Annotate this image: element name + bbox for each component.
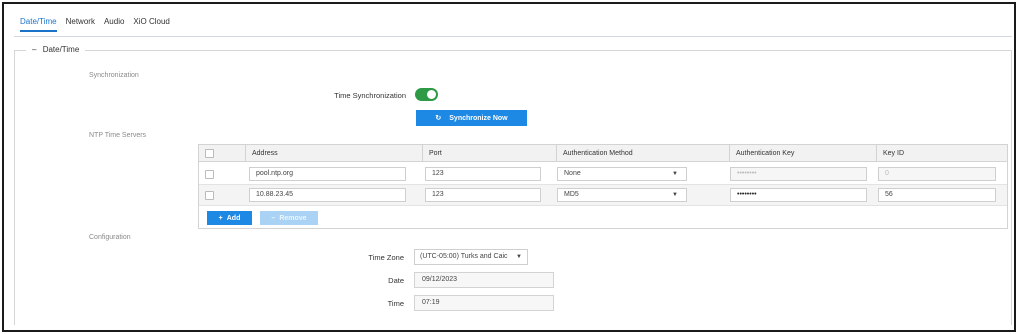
caret-down-icon: ▼ <box>672 171 678 177</box>
tab-network[interactable]: Network <box>66 17 95 32</box>
add-label: Add <box>226 214 241 222</box>
tab-xio-cloud[interactable]: XiO Cloud <box>133 17 169 32</box>
port-input[interactable]: 123 <box>425 167 541 181</box>
configuration-section-label: Configuration <box>89 234 131 241</box>
tab-date-time[interactable]: Date/Time <box>20 17 57 32</box>
tab-audio[interactable]: Audio <box>104 17 124 32</box>
timezone-select[interactable]: (UTC-05:00) Turks and Caic ▼ <box>414 249 528 265</box>
time-sync-label: Time Synchronization <box>334 91 406 100</box>
ntp-servers-table: Address Port Authentication Method Authe… <box>198 144 1008 229</box>
date-label: Date <box>388 276 404 285</box>
caret-down-icon: ▼ <box>516 254 522 260</box>
collapse-icon[interactable]: – <box>32 45 36 54</box>
panel-legend[interactable]: – Date/Time <box>26 45 86 54</box>
table-header: Address Port Authentication Method Authe… <box>199 145 1007 162</box>
key-id-input[interactable]: 56 <box>878 188 996 202</box>
auth-key-input[interactable]: •••••••• <box>730 188 867 202</box>
timezone-value: (UTC-05:00) Turks and Caic <box>420 253 508 260</box>
table-row: pool.ntp.org 123 None ▼ •••••••• 0 <box>199 164 1007 185</box>
auth-method-value: None <box>564 170 581 177</box>
synchronize-now-label: Synchronize Now <box>449 114 508 122</box>
toggle-knob <box>427 90 436 99</box>
row-checkbox[interactable] <box>205 170 214 179</box>
column-header-auth-method: Authentication Method <box>556 145 729 162</box>
select-all-checkbox[interactable] <box>205 149 214 158</box>
date-field[interactable]: 09/12/2023 <box>414 272 554 288</box>
auth-method-select[interactable]: None ▼ <box>557 167 687 181</box>
tab-divider <box>14 36 1012 37</box>
minus-icon: – <box>271 214 276 222</box>
synchronization-section-label: Synchronization <box>89 72 139 79</box>
auth-method-select[interactable]: MD5 ▼ <box>557 188 687 202</box>
address-input[interactable]: pool.ntp.org <box>249 167 406 181</box>
column-header-address: Address <box>245 145 422 162</box>
address-input[interactable]: 10.88.23.45 <box>249 188 406 202</box>
row-checkbox[interactable] <box>205 191 214 200</box>
plus-icon: + <box>218 214 223 222</box>
time-label: Time <box>387 299 404 308</box>
timezone-label: Time Zone <box>368 253 404 262</box>
auth-key-input[interactable]: •••••••• <box>730 167 867 181</box>
port-input[interactable]: 123 <box>425 188 541 202</box>
tab-bar: Date/Time Network Audio XiO Cloud <box>20 17 170 32</box>
caret-down-icon: ▼ <box>672 192 678 198</box>
key-id-input[interactable]: 0 <box>878 167 996 181</box>
time-field[interactable]: 07:19 <box>414 295 554 311</box>
remove-label: Remove <box>279 214 307 222</box>
ntp-section-label: NTP Time Servers <box>89 132 147 139</box>
auth-method-value: MD5 <box>564 191 579 198</box>
column-header-auth-key: Authentication Key <box>729 145 876 162</box>
refresh-icon: ↻ <box>435 115 442 122</box>
add-server-button[interactable]: + Add <box>207 211 252 225</box>
column-header-port: Port <box>422 145 556 162</box>
time-sync-toggle[interactable] <box>415 88 438 101</box>
synchronize-now-button[interactable]: ↻ Synchronize Now <box>416 110 527 126</box>
remove-server-button[interactable]: – Remove <box>260 211 318 225</box>
table-row: 10.88.23.45 123 MD5 ▼ •••••••• 56 <box>199 185 1007 206</box>
panel-title: Date/Time <box>42 45 80 54</box>
column-header-key-id: Key ID <box>876 145 1007 162</box>
